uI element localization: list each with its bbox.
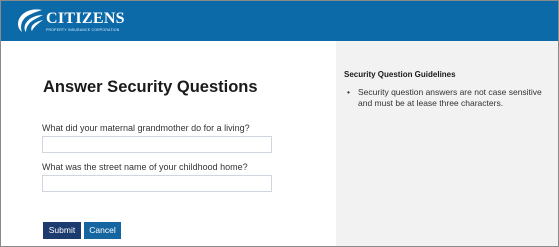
submit-button[interactable]: Submit xyxy=(43,222,81,239)
question-2-answer-input[interactable] xyxy=(42,175,272,192)
cancel-button[interactable]: Cancel xyxy=(84,222,121,239)
question-1-label: What did your maternal grandmother do fo… xyxy=(42,123,250,133)
app-frame: CITIZENS PROPERTY INSURANCE CORPORATION … xyxy=(0,0,559,247)
guidelines-list: • Security question answers are not case… xyxy=(344,87,554,109)
header-bar: CITIZENS PROPERTY INSURANCE CORPORATION xyxy=(1,1,558,41)
guidelines-panel: Security Question Guidelines • Security … xyxy=(336,41,558,246)
guideline-item: • Security question answers are not case… xyxy=(344,87,554,109)
citizens-logo[interactable]: CITIZENS PROPERTY INSURANCE CORPORATION xyxy=(15,7,135,37)
question-2-label: What was the street name of your childho… xyxy=(42,162,248,172)
citizens-swoosh-icon xyxy=(18,9,43,32)
question-1-answer-input[interactable] xyxy=(42,136,272,153)
main-content: Answer Security Questions What did your … xyxy=(1,41,336,246)
brand-tagline: PROPERTY INSURANCE CORPORATION xyxy=(46,28,120,32)
page-title: Answer Security Questions xyxy=(43,78,258,96)
bullet-icon: • xyxy=(347,87,350,97)
guideline-text: Security question answers are not case s… xyxy=(358,87,542,108)
brand-name: CITIZENS xyxy=(46,10,125,27)
guidelines-title: Security Question Guidelines xyxy=(344,70,456,79)
